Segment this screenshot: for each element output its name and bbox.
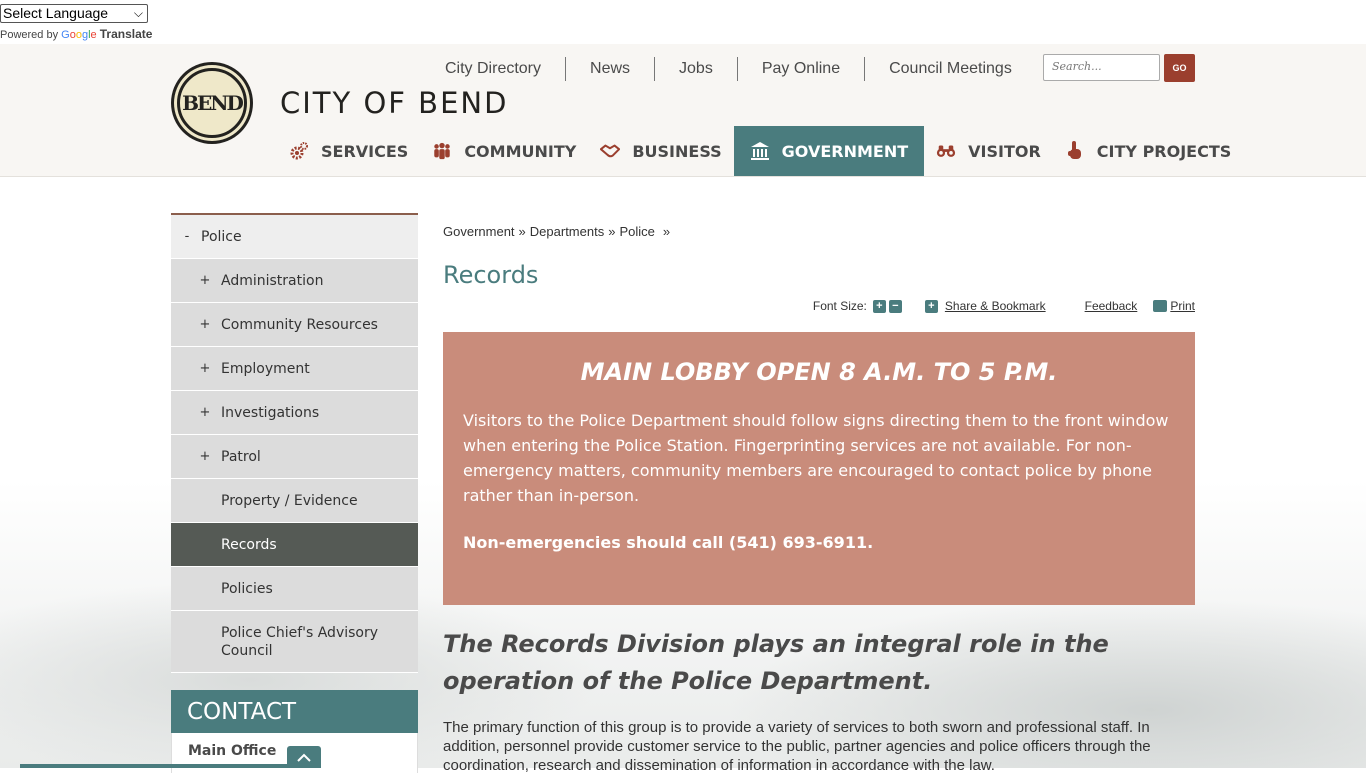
- sidebar-item-policies[interactable]: Policies: [171, 567, 418, 611]
- util-link-pay-online[interactable]: Pay Online: [738, 57, 866, 81]
- collapse-icon[interactable]: -: [177, 229, 197, 244]
- bottom-bar: [20, 764, 320, 768]
- alert-body: Visitors to the Police Department should…: [463, 411, 1169, 505]
- font-decrease-icon[interactable]: −: [888, 299, 902, 313]
- share-plus-icon: +: [924, 299, 938, 313]
- nav-label: VISITOR: [968, 141, 1041, 161]
- gears-icon: [289, 141, 309, 161]
- alert-phone: Non-emergencies should call (541) 693-69…: [463, 533, 874, 552]
- print-icon: [1153, 300, 1168, 312]
- google-logo[interactable]: Google: [61, 29, 97, 41]
- share-bookmark-link[interactable]: Share & Bookmark: [945, 299, 1046, 313]
- page-tools: Font Size: + − + Share & Bookmark Feedba…: [813, 299, 1195, 313]
- alert-heading: MAIN LOBBY OPEN 8 A.M. TO 5 P.M.: [580, 358, 1058, 386]
- breadcrumb-government[interactable]: Government: [443, 224, 515, 239]
- breadcrumb-separator: »: [662, 224, 671, 239]
- sidebar-item-records[interactable]: Records: [171, 523, 418, 567]
- nav-label: COMMUNITY: [464, 141, 577, 161]
- nav-item-business[interactable]: BUSINESS: [588, 126, 733, 176]
- intro-heading: The Records Division plays an integral r…: [443, 630, 1109, 695]
- nav-item-government[interactable]: GOVERNMENT: [733, 126, 925, 176]
- nav-item-services[interactable]: SERVICES: [277, 126, 420, 176]
- breadcrumb-separator: »: [608, 224, 616, 239]
- site-header: BEND CITY OF BEND City Directory News Jo…: [0, 44, 1366, 177]
- expand-icon[interactable]: +: [195, 317, 215, 332]
- utility-nav: City Directory News Jobs Pay Online Coun…: [421, 54, 1012, 84]
- city-seal-logo[interactable]: BEND: [171, 62, 253, 144]
- nav-label: GOVERNMENT: [781, 141, 909, 161]
- font-increase-icon[interactable]: +: [872, 299, 886, 313]
- building-icon: [750, 141, 770, 161]
- lobby-hours-alert: MAIN LOBBY OPEN 8 A.M. TO 5 P.M. Visitor…: [443, 332, 1195, 605]
- sidebar-item-label: Police: [201, 228, 242, 245]
- feedback-link[interactable]: Feedback: [1085, 299, 1138, 313]
- expand-icon[interactable]: +: [195, 361, 215, 376]
- sidebar-item-label: Community Resources: [221, 316, 378, 333]
- breadcrumb-police[interactable]: Police: [619, 224, 654, 239]
- breadcrumb-separator: »: [518, 224, 526, 239]
- expand-icon[interactable]: +: [195, 273, 215, 288]
- binoculars-icon: [936, 141, 956, 161]
- util-link-jobs[interactable]: Jobs: [655, 57, 738, 81]
- sidebar-item-police[interactable]: - Police: [171, 215, 418, 259]
- translate-label[interactable]: Translate: [100, 27, 153, 41]
- sidebar-item-label: Patrol: [221, 448, 261, 465]
- util-link-council-meetings[interactable]: Council Meetings: [865, 57, 1012, 81]
- page-title: Records: [443, 261, 539, 289]
- sidebar-item-community-resources[interactable]: + Community Resources: [171, 303, 418, 347]
- sidebar-nav: - Police + Administration + Community Re…: [171, 213, 418, 773]
- sidebar-item-chiefs-advisory-council[interactable]: Police Chief's Advisory Council: [171, 611, 418, 673]
- site-title[interactable]: CITY OF BEND: [280, 86, 508, 120]
- print-link[interactable]: Print: [1170, 299, 1195, 313]
- nav-label: SERVICES: [321, 141, 409, 161]
- nav-item-community[interactable]: COMMUNITY: [420, 126, 588, 176]
- util-link-news[interactable]: News: [566, 57, 656, 81]
- nav-label: CITY PROJECTS: [1096, 141, 1232, 161]
- sidebar-item-patrol[interactable]: + Patrol: [171, 435, 418, 479]
- city-seal-text: BEND: [177, 68, 247, 138]
- powered-by-google: Powered by Google Translate: [0, 27, 152, 41]
- language-select[interactable]: Select Language ⌵: [0, 4, 148, 23]
- nav-label: BUSINESS: [632, 141, 722, 161]
- sidebar-item-property-evidence[interactable]: Property / Evidence: [171, 479, 418, 523]
- main-nav: SERVICES COMMUNITY BUSINESS GOVERNMENT V…: [277, 126, 1243, 176]
- people-icon: [432, 141, 452, 161]
- sidebar-item-label: Policies: [221, 580, 273, 597]
- sidebar-item-label: Investigations: [221, 404, 320, 421]
- sidebar-item-label: Administration: [221, 272, 324, 289]
- util-link-city-directory[interactable]: City Directory: [421, 57, 567, 81]
- contact-office-name: Main Office: [188, 743, 277, 759]
- hand-pointer-icon: [1065, 141, 1085, 161]
- google-translate-bar: Select Language ⌵ Powered by Google Tran…: [0, 0, 1366, 44]
- intro-paragraph: The primary function of this group is to…: [443, 719, 1151, 774]
- chevron-down-icon: ⌵: [133, 6, 143, 20]
- sidebar-item-investigations[interactable]: + Investigations: [171, 391, 418, 435]
- nav-item-city-projects[interactable]: CITY PROJECTS: [1053, 126, 1243, 176]
- sidebar-item-label: Property / Evidence: [221, 492, 358, 509]
- sidebar-item-administration[interactable]: + Administration: [171, 259, 418, 303]
- sidebar-item-label: Employment: [221, 360, 310, 377]
- breadcrumb: Government» Departments» Police»: [443, 224, 674, 239]
- chevron-up-icon[interactable]: [287, 746, 321, 768]
- search-input[interactable]: Search...: [1043, 54, 1160, 81]
- breadcrumb-departments[interactable]: Departments: [530, 224, 604, 239]
- font-size-label: Font Size:: [812, 299, 867, 313]
- expand-icon[interactable]: +: [195, 405, 215, 420]
- powered-by-label: Powered by: [0, 29, 59, 41]
- language-select-value: Select Language: [3, 5, 109, 21]
- expand-icon[interactable]: +: [195, 449, 215, 464]
- nav-item-visitor[interactable]: VISITOR: [924, 126, 1053, 176]
- sidebar-item-label: Police Chief's Advisory Council: [221, 624, 379, 659]
- sidebar-item-label: Records: [221, 536, 277, 553]
- search-go-button[interactable]: GO: [1164, 54, 1195, 82]
- contact-heading: CONTACT: [171, 690, 418, 733]
- sidebar-item-employment[interactable]: + Employment: [171, 347, 418, 391]
- handshake-icon: [600, 141, 621, 161]
